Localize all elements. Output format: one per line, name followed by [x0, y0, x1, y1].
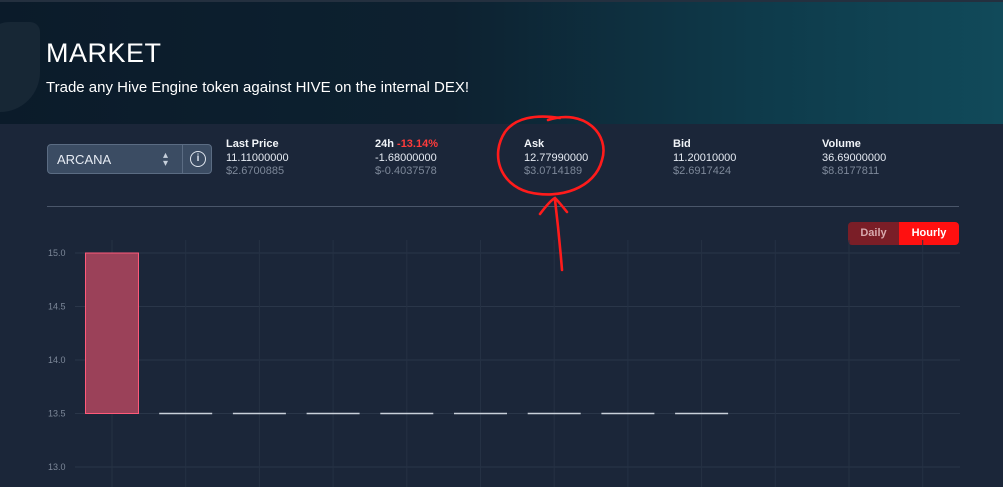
- stat-label: Volume: [822, 138, 861, 150]
- stat-value: 11.11000000: [226, 151, 289, 164]
- stat-label-text: 24h: [375, 138, 394, 150]
- stat-label: Ask: [524, 138, 545, 150]
- y-tick-label: 14.0: [48, 355, 66, 365]
- page-subtitle: Trade any Hive Engine token against HIVE…: [46, 79, 470, 96]
- y-tick-label: 14.5: [48, 302, 66, 312]
- candle-bar: [85, 252, 139, 414]
- chevron-updown-icon: ▴ ▾: [163, 150, 169, 169]
- stat-bid: Bid 11.20010000 $2.6917424: [673, 138, 736, 179]
- stat-value: 36.69000000: [822, 151, 887, 164]
- y-tick-label: 13.0: [48, 462, 66, 472]
- stat-usd: $2.6700885: [226, 165, 285, 177]
- price-chart: 15.0 14.5 14.0 13.5 13.0: [48, 240, 960, 487]
- y-tick-label: 13.5: [48, 409, 66, 419]
- market-banner: MARKET Trade any Hive Engine token again…: [0, 0, 1003, 124]
- stat-value: 11.20010000: [673, 151, 737, 164]
- info-icon: i: [190, 151, 206, 167]
- token-info-button[interactable]: i: [182, 145, 212, 173]
- section-divider: [47, 206, 959, 207]
- stat-usd: $8.8177811: [822, 165, 880, 177]
- y-tick-label: 15.0: [48, 248, 66, 258]
- stat-volume: Volume 36.69000000 $8.8177811: [822, 138, 886, 179]
- stat-24h-change: 24h -13.14% -1.68000000 $-0.4037578: [375, 138, 438, 179]
- stat-label: Last Price: [226, 138, 279, 150]
- stat-usd: $3.0714189: [524, 165, 583, 177]
- stat-usd: $2.6917424: [673, 165, 732, 177]
- stat-label: Bid: [673, 138, 691, 150]
- stat-percent: -13.14%: [397, 138, 439, 150]
- page-title: MARKET: [46, 38, 162, 68]
- stat-value: 12.77990000: [524, 151, 589, 164]
- stat-ask: Ask 12.77990000 $3.0714189: [524, 138, 588, 179]
- stat-value: -1.68000000: [375, 151, 437, 164]
- token-select-value: ARCANA: [57, 152, 112, 167]
- stat-last-price: Last Price 11.11000000 $2.6700885: [226, 138, 289, 179]
- token-select[interactable]: ARCANA ▴ ▾ i: [47, 144, 212, 174]
- stat-label: 24h -13.14%: [375, 138, 438, 152]
- stat-usd: $-0.4037578: [375, 165, 437, 177]
- banner-artwork: [0, 22, 40, 112]
